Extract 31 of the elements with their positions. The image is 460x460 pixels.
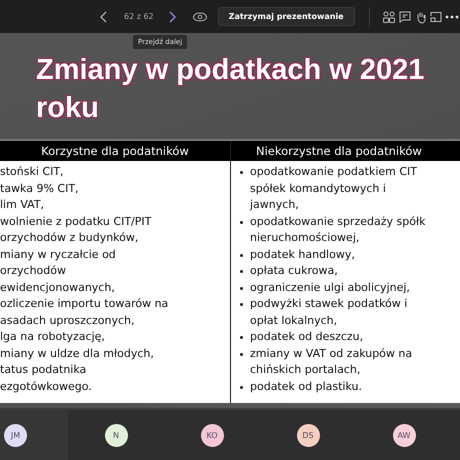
avatar: KO: [200, 424, 224, 446]
bullet-icon: [240, 303, 242, 306]
avatar: N: [104, 424, 128, 446]
bullet-icon: [240, 220, 242, 224]
bullet-icon: [240, 386, 242, 388]
bullet-icon: [240, 254, 242, 256]
bullet-icon: [240, 171, 242, 174]
list-item: lim VAT,: [0, 197, 44, 213]
list-item: lga na robotyzację,: [0, 329, 105, 345]
column-heading: Niekorzystne dla podatników: [231, 141, 460, 161]
list-item: podatek handlowy,: [249, 246, 355, 262]
bullet-icon: [240, 286, 242, 290]
bullet-icon: [240, 352, 242, 356]
list-item: stoński CIT,: [0, 164, 64, 180]
list-item: tatus podatnika ezgotówkowego.: [0, 362, 92, 394]
list-item: tawka 9% CIT,: [0, 180, 79, 196]
participant-tile[interactable]: JM: [0, 410, 68, 460]
list-item: ograniczenie ulgi abolicyjnej,: [249, 280, 410, 296]
bullet-icon: [240, 270, 242, 273]
bullet-icon: [240, 336, 242, 339]
list-item: opłata cukrowa,: [249, 263, 338, 279]
avatar: AW: [392, 424, 416, 446]
avatar: DS: [296, 424, 320, 446]
page-counter: 62 z 62: [124, 12, 154, 21]
list-item: podatek od plastiku.: [249, 378, 362, 394]
column-heading: Korzystne dla podatników: [0, 141, 230, 161]
stop-presenting-button[interactable]: Zatrzymaj prezentowanie: [218, 7, 355, 26]
list-item: miany w uldze dla młodych,: [0, 346, 154, 362]
list-item: podatek od deszczu,: [249, 329, 364, 345]
avatar: JM: [4, 424, 27, 446]
slide-title: Zmiany w podatkach w 2021 roku: [36, 53, 426, 126]
